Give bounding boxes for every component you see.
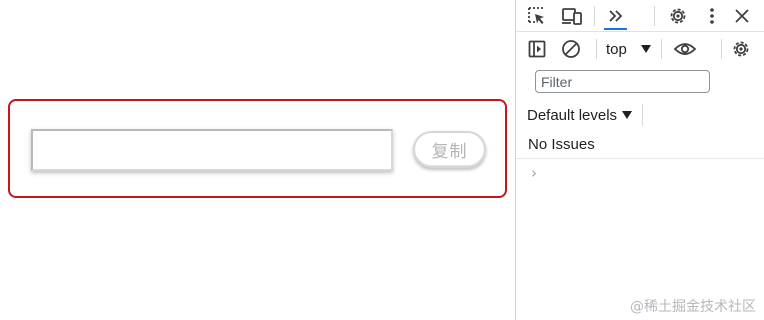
log-levels-dropdown[interactable]: Default levels bbox=[527, 105, 633, 125]
divider bbox=[516, 158, 764, 159]
highlighted-container: 复制 bbox=[8, 99, 507, 198]
inspect-element-icon[interactable] bbox=[526, 5, 548, 27]
sidebar-toggle-icon[interactable] bbox=[526, 38, 548, 60]
toolbar-divider bbox=[596, 39, 597, 59]
active-tab-indicator bbox=[604, 28, 627, 30]
chevron-down-icon bbox=[622, 111, 633, 119]
clear-console-icon[interactable] bbox=[560, 38, 582, 60]
chevron-down-icon bbox=[640, 45, 651, 53]
context-selector[interactable]: top bbox=[606, 39, 651, 59]
devtools-main-toolbar bbox=[516, 0, 764, 32]
devtools-panel: top Default levels No Issues › bbox=[515, 0, 764, 320]
copy-button[interactable]: 复制 bbox=[413, 131, 486, 168]
context-label: top bbox=[606, 40, 627, 58]
filter-input[interactable] bbox=[535, 70, 710, 93]
console-settings-icon[interactable] bbox=[730, 38, 752, 60]
toolbar-divider bbox=[654, 6, 655, 26]
page-viewport: 复制 bbox=[0, 0, 515, 320]
watermark: @稀土掘金技术社区 bbox=[630, 299, 756, 315]
kebab-menu-icon[interactable] bbox=[702, 5, 722, 27]
toolbar-divider bbox=[642, 104, 643, 126]
toolbar-divider bbox=[594, 6, 595, 26]
more-tabs-icon[interactable] bbox=[604, 5, 627, 27]
log-levels-label: Default levels bbox=[527, 106, 618, 124]
issues-status[interactable]: No Issues bbox=[528, 136, 595, 153]
text-input[interactable] bbox=[31, 129, 393, 171]
toolbar-divider bbox=[721, 39, 722, 59]
device-toolbar-icon[interactable] bbox=[561, 5, 583, 27]
close-icon[interactable] bbox=[731, 5, 753, 27]
toolbar-divider bbox=[661, 39, 662, 59]
console-prompt-chevron-icon[interactable]: › bbox=[531, 164, 537, 182]
settings-icon[interactable] bbox=[667, 5, 689, 27]
live-expression-eye-icon[interactable] bbox=[672, 38, 698, 60]
